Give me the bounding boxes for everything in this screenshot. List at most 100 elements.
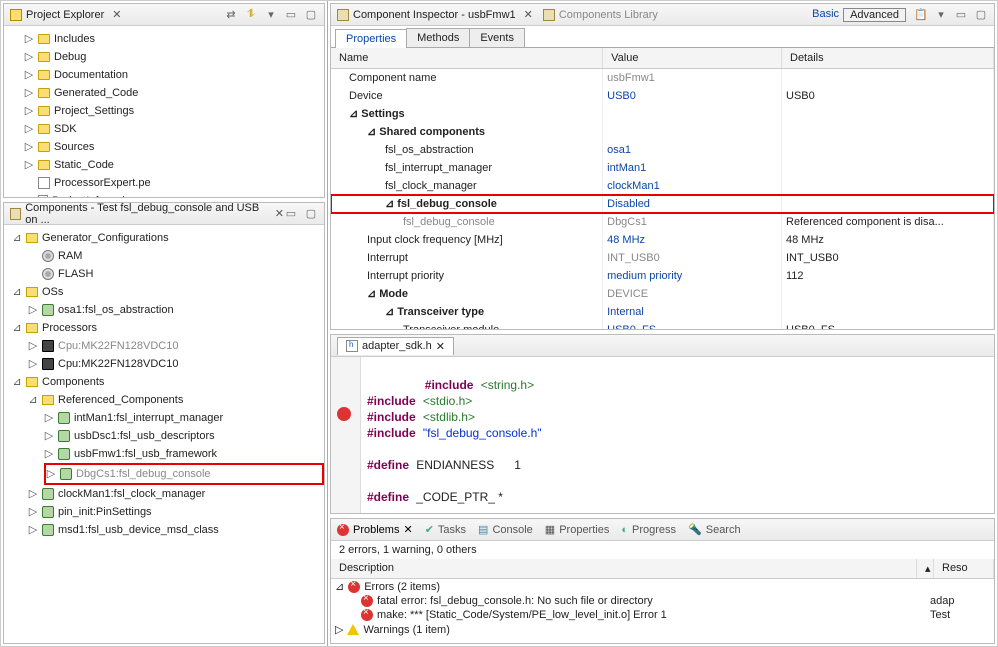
problems-list[interactable]: ⊿Errors (2 items) fatal error: fsl_debug… [331, 579, 994, 643]
collapse-icon[interactable]: ⊿ [335, 580, 344, 593]
property-row[interactable]: Input clock frequency [MHz]48 MHz48 MHz [331, 231, 994, 249]
view-menu-icon[interactable]: ▾ [264, 8, 278, 22]
close-icon[interactable]: ✕ [112, 8, 121, 21]
expand-icon[interactable]: ▷ [28, 356, 38, 372]
tab-tasks[interactable]: ✔Tasks [425, 523, 466, 536]
tree-item[interactable]: ⊿Processors [12, 319, 324, 337]
tab-console[interactable]: ▤Console [478, 523, 533, 536]
problems-group-warnings[interactable]: ▷Warnings (1 item) [331, 622, 994, 637]
property-row[interactable]: fsl_interrupt_managerintMan1 [331, 159, 994, 177]
col-details[interactable]: Details [782, 48, 994, 69]
property-row[interactable]: ⊿ Settings [331, 105, 994, 123]
tab-problems[interactable]: Problems ✕ [337, 523, 413, 536]
close-icon[interactable]: ✕ [524, 8, 533, 21]
property-value[interactable]: intMan1 [603, 159, 782, 177]
tab-search[interactable]: 🔦Search [688, 523, 741, 536]
tree-item[interactable]: ▷Static_Code [24, 156, 324, 174]
view-menu-icon[interactable]: 📋 [914, 8, 928, 22]
property-row[interactable]: fsl_debug_consoleDbgCs1Referenced compon… [331, 213, 994, 231]
editor-tab[interactable]: adapter_sdk.h ✕ [337, 337, 454, 355]
expand-icon[interactable]: ▷ [46, 466, 56, 482]
maximize-icon[interactable]: ▢ [974, 8, 988, 22]
property-row[interactable]: InterruptINT_USB0INT_USB0 [331, 249, 994, 267]
link-editor-icon[interactable]: ⥮ [244, 8, 258, 22]
expand-icon[interactable]: ▷ [24, 67, 34, 83]
col-name[interactable]: Name [331, 48, 603, 69]
property-row[interactable]: Component nameusbFmw1 [331, 69, 994, 87]
dropdown-icon[interactable]: ▾ [934, 8, 948, 22]
error-marker-icon[interactable] [337, 407, 351, 421]
expand-icon[interactable]: ▷ [44, 446, 54, 462]
project-explorer-tree[interactable]: ▷Includes ▷Debug ▷Documentation ▷Generat… [4, 26, 324, 197]
property-value[interactable]: USB0_FS [603, 321, 782, 330]
expand-icon[interactable]: ▷ [44, 410, 54, 426]
property-value[interactable]: 48 MHz [603, 231, 782, 249]
problems-columns[interactable]: Description ▴ Reso [331, 559, 994, 579]
tree-item[interactable]: ▷Project_Settings [24, 102, 324, 120]
col-value[interactable]: Value [603, 48, 782, 69]
property-value[interactable]: medium priority [603, 267, 782, 285]
property-row[interactable]: ⊿ Shared components [331, 123, 994, 141]
collapse-icon[interactable]: ⊿ [28, 392, 38, 408]
expand-icon[interactable]: ▷ [24, 103, 34, 119]
property-value[interactable]: clockMan1 [603, 177, 782, 195]
tree-item[interactable]: ▷intMan1:fsl_interrupt_manager [44, 409, 324, 427]
maximize-icon[interactable]: ▢ [304, 207, 318, 221]
property-row[interactable]: fsl_clock_managerclockMan1 [331, 177, 994, 195]
tree-item[interactable]: ▷clockMan1:fsl_clock_manager [28, 485, 324, 503]
minimize-icon[interactable]: ▭ [954, 8, 968, 22]
property-value[interactable]: Internal [603, 303, 782, 321]
tree-item[interactable]: ▷pin_init:PinSettings [28, 503, 324, 521]
tree-item[interactable]: ▷usbDsc1:fsl_usb_descriptors [44, 427, 324, 445]
property-row[interactable]: Transceiver moduleUSB0_FSUSB0_FS [331, 321, 994, 330]
property-value[interactable]: INT_USB0 [603, 249, 782, 267]
close-icon[interactable]: ✕ [436, 340, 445, 353]
expand-icon[interactable]: ▷ [24, 139, 34, 155]
tab-properties[interactable]: Properties [335, 29, 407, 48]
tab-properties[interactable]: ▦Properties [545, 523, 610, 536]
tree-item[interactable]: ▷osa1:fsl_os_abstraction [28, 301, 324, 319]
col-description[interactable]: Description [331, 559, 917, 578]
property-row[interactable]: Interrupt prioritymedium priority112 [331, 267, 994, 285]
tree-item[interactable]: RAM [28, 247, 324, 265]
tree-item-debug-console[interactable]: ▷DbgCs1:fsl_debug_console [44, 463, 324, 485]
tree-item[interactable]: ⊿Referenced_Components [28, 391, 324, 409]
tree-item[interactable]: ⊿OSs [12, 283, 324, 301]
components-library-tab[interactable]: Components Library [543, 9, 658, 21]
tab-progress[interactable]: ◐Progress [621, 524, 676, 536]
problem-item[interactable]: fatal error: fsl_debug_console.h: No suc… [331, 594, 994, 608]
expand-icon[interactable]: ▷ [28, 522, 38, 538]
property-value[interactable]: DbgCs1 [603, 213, 782, 231]
property-row[interactable]: ⊿ Transceiver typeInternal [331, 303, 994, 321]
minimize-icon[interactable]: ▭ [284, 207, 298, 221]
expand-icon[interactable]: ▷ [28, 504, 38, 520]
tree-item[interactable]: ▷SDK [24, 120, 324, 138]
tree-item[interactable]: ▷Cpu:MK22FN128VDC10 [28, 355, 324, 373]
tree-item[interactable]: ▷Debug [24, 48, 324, 66]
collapse-icon[interactable]: ⊿ [12, 230, 22, 246]
advanced-button[interactable]: Advanced [843, 8, 906, 22]
expand-icon[interactable]: ▷ [24, 31, 34, 47]
collapse-icon[interactable]: ⊿ [12, 284, 22, 300]
tree-item[interactable]: ⊿Generator_Configurations [12, 229, 324, 247]
property-value[interactable]: DEVICE [603, 285, 782, 303]
tree-item[interactable]: ▷Sources [24, 138, 324, 156]
col-sort-icon[interactable]: ▴ [917, 559, 934, 578]
expand-icon[interactable]: ▷ [24, 85, 34, 101]
tree-item[interactable]: ▷Cpu:MK22FN128VDC10 [28, 337, 324, 355]
property-value[interactable] [603, 105, 782, 123]
property-row[interactable]: ⊿ ModeDEVICE [331, 285, 994, 303]
tree-item[interactable]: ▷usbFmw1:fsl_usb_framework [44, 445, 324, 463]
property-row[interactable]: ⊿ fsl_debug_consoleDisabled [331, 195, 994, 213]
expand-icon[interactable]: ▷ [28, 486, 38, 502]
maximize-icon[interactable]: ▢ [304, 8, 318, 22]
problem-item[interactable]: make: *** [Static_Code/System/PE_low_lev… [331, 608, 994, 622]
tree-item[interactable]: ▷Generated_Code [24, 84, 324, 102]
tree-item[interactable]: ▷Includes [24, 30, 324, 48]
collapse-all-icon[interactable]: ⇄ [224, 8, 238, 22]
components-tree[interactable]: ⊿Generator_Configurations RAM FLASH ⊿OSs… [4, 225, 324, 643]
tree-item[interactable]: ProcessorExpert.pe [24, 174, 324, 192]
property-value[interactable] [603, 123, 782, 141]
tree-item[interactable]: ⊿Components [12, 373, 324, 391]
property-value[interactable]: usbFmw1 [603, 69, 782, 87]
